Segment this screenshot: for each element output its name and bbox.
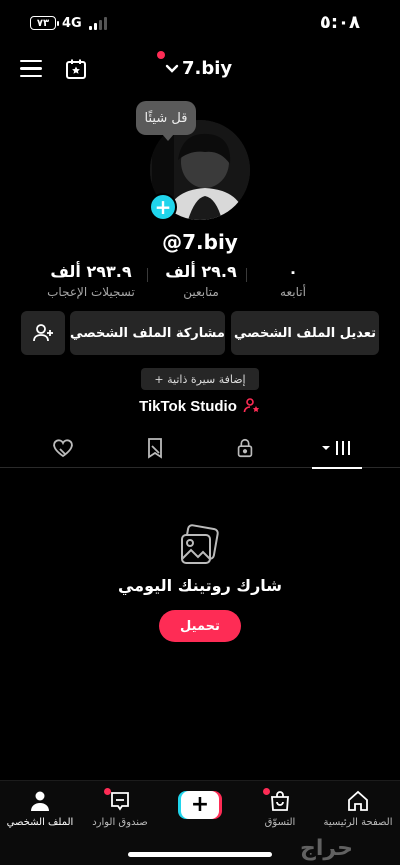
nav-profile-label: الملف الشخصي <box>6 817 74 828</box>
add-user-icon <box>33 324 53 342</box>
profile-icon <box>31 791 49 811</box>
following-label: أتابعه <box>280 285 306 299</box>
top-nav: 7.biy <box>0 51 400 88</box>
heart-hidden-icon <box>53 439 73 458</box>
share-profile-button[interactable]: مشاركة الملف الشخصي <box>70 311 225 355</box>
photos-icon <box>176 521 224 569</box>
menu-icon[interactable] <box>20 60 42 78</box>
nav-home[interactable]: الصفحة الرئيسية <box>318 787 398 828</box>
account-switcher[interactable]: 7.biy <box>157 51 233 79</box>
likes-label: تسجيلات الإعجاب <box>47 285 135 299</box>
add-friend-button[interactable] <box>21 311 65 355</box>
nav-inbox-label: صندوق الوارد <box>92 817 148 828</box>
following-stat[interactable]: ٠ أتابعه <box>238 262 348 299</box>
bookmark-hidden-icon <box>148 438 162 459</box>
studio-user-star-icon <box>243 398 260 413</box>
studio-label: TikTok Studio <box>139 397 237 415</box>
inbox-icon <box>111 792 129 811</box>
nav-shop-label: التسوّق <box>264 817 296 828</box>
network-type: 4G <box>62 16 82 31</box>
tab-private[interactable] <box>220 428 270 468</box>
tiktok-studio-link[interactable]: TikTok Studio <box>0 397 400 415</box>
likes-stat[interactable]: ٢٩٣.٩ ألف تسجيلات الإعجاب <box>36 262 146 299</box>
edit-profile-button[interactable]: تعديل الملف الشخصي <box>231 311 379 355</box>
nav-inbox[interactable]: صندوق الوارد <box>80 787 160 828</box>
account-name: 7.biy <box>182 58 233 79</box>
following-count: ٠ <box>288 262 298 281</box>
upload-button[interactable]: تحميل <box>159 610 241 642</box>
nav-profile[interactable]: الملف الشخصي <box>0 787 80 828</box>
shopping-bag-icon <box>271 791 289 811</box>
username: @7.biy <box>162 230 238 254</box>
battery-icon: ٧٣ <box>30 16 59 30</box>
tab-saved[interactable] <box>130 428 180 468</box>
add-bio-button[interactable]: + إضافة سيرة ذاتية <box>141 368 259 390</box>
notification-dot <box>157 51 165 59</box>
status-bar: ٧٣ 4G ٥:٠٨ <box>0 0 400 44</box>
empty-state-title: شارك روتينك اليومي <box>117 576 283 595</box>
nav-home-label: الصفحة الرئيسية <box>323 817 393 828</box>
content-tabs <box>0 428 400 469</box>
chevron-down-icon <box>165 64 179 73</box>
likes-count: ٢٩٣.٩ ألف <box>50 262 132 281</box>
home-indicator <box>128 852 272 857</box>
clock: ٥:٠٨ <box>319 12 360 33</box>
lock-icon <box>237 438 253 458</box>
tab-videos[interactable] <box>312 428 362 469</box>
say-something-bubble[interactable]: قل شيئًا <box>136 101 196 141</box>
nav-shop[interactable]: التسوّق <box>240 787 320 828</box>
add-photo-button[interactable]: + <box>149 193 177 221</box>
calendar-star-icon[interactable] <box>64 57 88 81</box>
watermark: حراج <box>300 836 353 861</box>
grid-dropdown-icon <box>322 441 350 455</box>
home-icon <box>348 790 368 811</box>
profile-stats: ٢٩٣.٩ ألف تسجيلات الإعجاب ٢٩.٩ ألف متابع… <box>0 262 400 306</box>
notification-dot <box>263 788 270 795</box>
plus-icon: + <box>181 791 219 819</box>
tab-liked[interactable] <box>38 428 88 468</box>
signal-icon <box>89 17 107 30</box>
notification-dot <box>104 788 111 795</box>
create-button[interactable]: + <box>178 791 222 819</box>
